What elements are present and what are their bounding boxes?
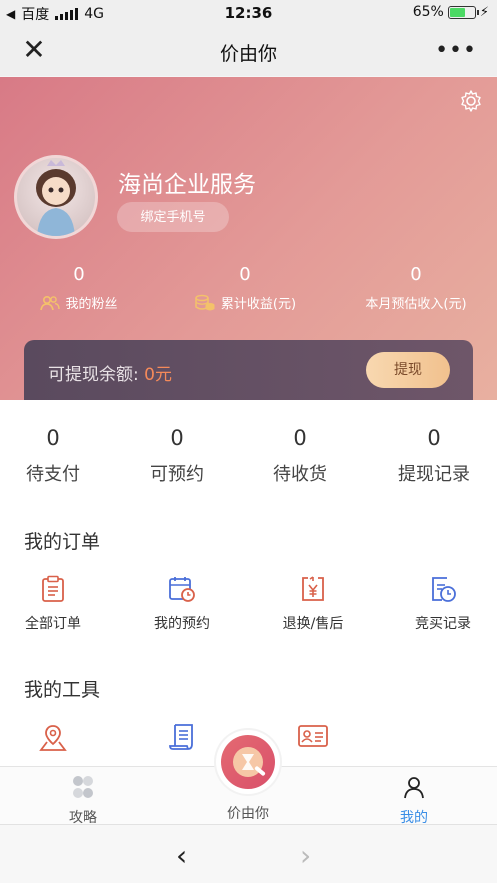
summary-pending-payment[interactable]: 0 待支付: [14, 426, 92, 486]
order-label: 我的预约: [154, 616, 210, 632]
balance-label: 可提现余额:: [48, 365, 139, 385]
more-icon[interactable]: •••: [435, 38, 477, 63]
stat-total-income[interactable]: 0 累计收益(元): [180, 264, 310, 312]
guide-icon: [73, 776, 93, 798]
status-bar: ◀ 百度 4G 12:36 65% ⚡: [0, 0, 497, 26]
tab-label: 价由你: [227, 806, 269, 822]
profile-header: 海尚企业服务 绑定手机号 0 我的粉丝 0 累计收益(元) 0 本月预估收入(元…: [0, 77, 497, 400]
summary-pending-receipt[interactable]: 0 待收货: [261, 426, 339, 486]
order-all[interactable]: 全部订单: [0, 575, 108, 633]
stat-value: 0: [410, 264, 422, 285]
summary-value: 0: [293, 426, 307, 450]
order-returns[interactable]: 退换/售后: [258, 575, 368, 633]
summary-label: 待支付: [26, 464, 80, 485]
tools-section-title: 我的工具: [24, 679, 101, 701]
battery-percent: 65%: [412, 4, 444, 20]
id-card-icon: [298, 725, 328, 747]
user-icon: [404, 777, 424, 799]
order-bid-records[interactable]: 竞买记录: [388, 575, 497, 633]
record-clock-icon: [432, 577, 456, 602]
stat-label: 我的粉丝: [65, 297, 118, 312]
battery-icon: [447, 5, 479, 19]
yen-return-icon: [302, 576, 324, 601]
summary-label: 可预约: [150, 464, 204, 485]
browser-back-icon[interactable]: ‹: [176, 839, 187, 872]
summary-value: 0: [170, 426, 184, 450]
tab-mine[interactable]: 我的: [364, 775, 464, 827]
page-title: 价由你: [219, 43, 277, 65]
withdraw-button[interactable]: 提现: [366, 352, 450, 388]
auction-hammer-icon: [233, 747, 266, 777]
stat-label: 累计收益(元): [220, 297, 297, 312]
order-label: 竞买记录: [415, 616, 471, 632]
order-label: 退换/售后: [282, 616, 344, 632]
clipboard-icon: [42, 575, 64, 602]
summary-withdraw-records[interactable]: 0 提现记录: [384, 426, 484, 486]
main-content: 0 待支付 0 可预约 0 待收货 0 提现记录 我的订单 全部订单 我的预约 …: [0, 400, 497, 766]
browser-toolbar: ‹ ›: [0, 824, 497, 883]
center-auction-button[interactable]: [216, 730, 280, 794]
tab-guide[interactable]: 攻略: [33, 775, 133, 827]
gear-icon[interactable]: [459, 89, 483, 113]
document-icon: [169, 724, 193, 750]
stat-month-income[interactable]: 0 本月预估收入(元): [356, 264, 476, 312]
avatar[interactable]: [14, 155, 98, 239]
summary-value: 0: [427, 426, 441, 450]
stat-fans[interactable]: 0 我的粉丝: [24, 264, 134, 312]
bind-phone-button[interactable]: 绑定手机号: [117, 202, 229, 232]
stat-value: 0: [239, 264, 251, 285]
orders-section-title: 我的订单: [24, 531, 101, 553]
summary-label: 提现记录: [398, 464, 470, 485]
tab-center-label[interactable]: 价由你: [198, 803, 298, 823]
tool-address[interactable]: [0, 722, 108, 752]
coins-icon: [195, 294, 215, 310]
balance-value: 0元: [144, 365, 172, 385]
calendar-clock-icon: [169, 577, 195, 602]
stat-value: 0: [73, 264, 85, 285]
summary-bookable[interactable]: 0 可预约: [138, 426, 216, 486]
summary-label: 待收货: [273, 464, 327, 485]
map-pin-icon: [39, 725, 67, 751]
stat-label: 本月预估收入(元): [365, 297, 467, 312]
balance-card: 可提现余额: 0元 提现: [24, 340, 473, 400]
browser-forward-icon[interactable]: ›: [300, 839, 311, 872]
charging-icon: ⚡: [479, 4, 489, 20]
order-my-bookings[interactable]: 我的预约: [127, 575, 237, 633]
summary-value: 0: [46, 426, 60, 450]
avatar-doll-image: [36, 160, 76, 236]
navigation-bar: ✕ 价由你 •••: [0, 26, 497, 76]
order-label: 全部订单: [25, 616, 81, 632]
company-name: 海尚企业服务: [118, 172, 256, 198]
fans-icon: [40, 295, 61, 310]
